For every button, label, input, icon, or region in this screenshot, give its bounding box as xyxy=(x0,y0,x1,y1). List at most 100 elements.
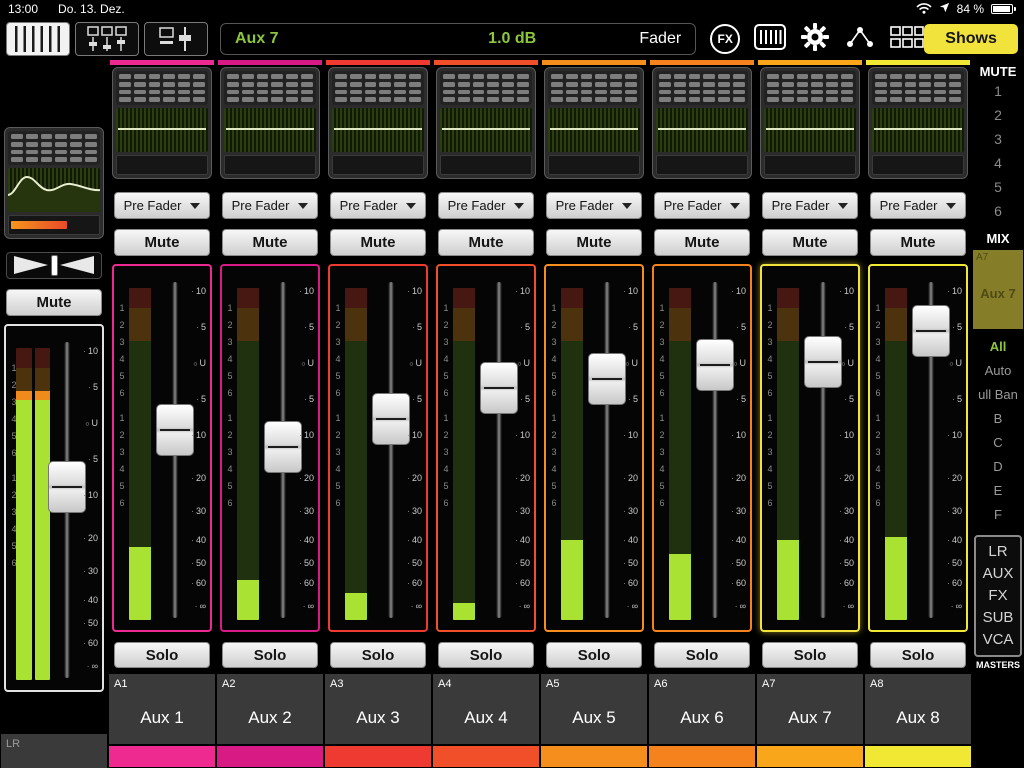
mix-nav-full-bank[interactable]: ull Ban xyxy=(972,383,1024,407)
masters-lr[interactable]: LR xyxy=(976,541,1020,563)
fader-track[interactable] xyxy=(928,282,934,618)
pre-fader-dropdown[interactable]: Pre Fader xyxy=(330,192,426,219)
mute-button[interactable]: Mute xyxy=(330,229,426,256)
mute-group-4[interactable]: 4 xyxy=(972,151,1024,175)
channel-label[interactable]: A3 Aux 3 xyxy=(325,674,431,744)
strip-overview-thumbnail[interactable] xyxy=(544,67,644,179)
toolbar: Aux 7 1.0 dB Fader FX xyxy=(0,18,1024,60)
shows-button[interactable]: Shows xyxy=(924,24,1018,54)
mute-button[interactable]: Mute xyxy=(6,289,102,316)
mix-nav-c[interactable]: C xyxy=(972,431,1024,455)
solo-button[interactable]: Solo xyxy=(438,642,534,668)
fx-icon: FX xyxy=(718,32,733,46)
strip-overview-thumbnail[interactable] xyxy=(112,67,212,179)
graphic-eq-button[interactable] xyxy=(754,24,786,55)
solo-button[interactable]: Solo xyxy=(114,642,210,668)
mute-button[interactable]: Mute xyxy=(114,229,210,256)
banks-button[interactable] xyxy=(890,25,924,54)
fader-track[interactable] xyxy=(280,282,286,618)
channel-label[interactable]: A8 Aux 8 xyxy=(865,674,971,744)
mute-button[interactable]: Mute xyxy=(546,229,642,256)
solo-button[interactable]: Solo xyxy=(870,642,966,668)
strip-overview-thumbnail[interactable] xyxy=(436,67,536,179)
fader-track[interactable] xyxy=(496,282,502,618)
fader-track[interactable] xyxy=(172,282,178,618)
pan-control[interactable] xyxy=(6,252,102,279)
mix-nav-e[interactable]: E xyxy=(972,479,1024,503)
mute-group-5[interactable]: 5 xyxy=(972,175,1024,199)
channel-label[interactable]: A6 Aux 6 xyxy=(649,674,755,744)
strip-overview-thumbnail[interactable] xyxy=(652,67,752,179)
fx-button[interactable]: FX xyxy=(710,24,740,54)
channel-label[interactable]: A2 Aux 2 xyxy=(217,674,323,744)
channel-id: A5 xyxy=(546,678,559,690)
pan-handle[interactable] xyxy=(51,255,58,276)
channel-label[interactable]: A5 Aux 5 xyxy=(541,674,647,744)
solo-button[interactable]: Solo xyxy=(546,642,642,668)
strip-overview-thumbnail[interactable] xyxy=(328,67,428,179)
pre-fader-dropdown[interactable]: Pre Fader xyxy=(438,192,534,219)
pre-fader-dropdown[interactable]: Pre Fader xyxy=(222,192,318,219)
solo-button[interactable]: Solo xyxy=(762,642,858,668)
mix-nav-auto[interactable]: Auto xyxy=(972,359,1024,383)
channel-label[interactable]: A7 Aux 7 xyxy=(757,674,863,744)
fader-section: 123456123456 105U5102030405060∞ xyxy=(112,264,212,632)
strip-overview-thumbnail[interactable] xyxy=(4,127,104,239)
mix-nav-d[interactable]: D xyxy=(972,455,1024,479)
fader-track[interactable] xyxy=(820,282,826,618)
pre-fader-dropdown[interactable]: Pre Fader xyxy=(870,192,966,219)
fader-track[interactable] xyxy=(604,282,610,618)
strip-color-bar-bottom xyxy=(109,746,215,767)
mute-group-3[interactable]: 3 xyxy=(972,127,1024,151)
channel-label[interactable]: A1 Aux 1 xyxy=(109,674,215,744)
solo-button[interactable]: Solo xyxy=(330,642,426,668)
mute-button[interactable]: Mute xyxy=(438,229,534,256)
mix-nav-all[interactable]: All xyxy=(972,335,1024,359)
single-channel-view-button[interactable] xyxy=(144,22,208,56)
meter-fill xyxy=(777,540,799,620)
strip-overview-thumbnail[interactable] xyxy=(868,67,968,179)
masters-label: MASTERS xyxy=(976,660,1020,670)
channel-label[interactable]: LR Main xyxy=(1,734,107,768)
channel-label[interactable]: A4 Aux 4 xyxy=(433,674,539,744)
pre-fader-dropdown[interactable]: Pre Fader xyxy=(654,192,750,219)
mix-nav-f[interactable]: F xyxy=(972,503,1024,527)
routing-button[interactable] xyxy=(844,25,876,54)
mix-nav-b[interactable]: B xyxy=(972,407,1024,431)
channel-strip: Pre Fader Mute 123456123456 105U51020304… xyxy=(756,60,864,768)
masters-vca[interactable]: VCA xyxy=(976,629,1020,651)
strip-overview-thumbnail[interactable] xyxy=(760,67,860,179)
pre-fader-dropdown[interactable]: Pre Fader xyxy=(114,192,210,219)
pre-fader-dropdown[interactable]: Pre Fader xyxy=(546,192,642,219)
pre-fader-dropdown[interactable]: Pre Fader xyxy=(762,192,858,219)
masters-aux[interactable]: AUX xyxy=(976,563,1020,585)
solo-button[interactable]: Solo xyxy=(654,642,750,668)
settings-button[interactable] xyxy=(800,22,830,57)
level-meter xyxy=(129,288,151,620)
display-channel: Aux 7 xyxy=(235,30,385,48)
fader-track[interactable] xyxy=(64,342,70,678)
selected-mix-box[interactable]: A7 Aux 7 xyxy=(973,250,1023,329)
mute-button[interactable]: Mute xyxy=(870,229,966,256)
mixer-main: Pre Fader Mute 123456123456 105U51020304… xyxy=(0,60,1024,768)
eq-thumbnail xyxy=(656,108,748,152)
mute-button[interactable]: Mute xyxy=(654,229,750,256)
solo-button[interactable]: Solo xyxy=(222,642,318,668)
strip-overview-thumbnail[interactable] xyxy=(220,67,320,179)
pre-fader-label: Pre Fader xyxy=(124,198,182,213)
mute-group-2[interactable]: 2 xyxy=(972,103,1024,127)
mixer-overview-view-button[interactable] xyxy=(6,22,70,56)
chevron-down-icon xyxy=(622,203,632,209)
mute-button[interactable]: Mute xyxy=(222,229,318,256)
fader-track[interactable] xyxy=(712,282,718,618)
fader-bank-view-button[interactable] xyxy=(75,22,139,56)
masters-fx[interactable]: FX xyxy=(976,585,1020,607)
mute-button[interactable]: Mute xyxy=(762,229,858,256)
masters-sub[interactable]: SUB xyxy=(976,607,1020,629)
dynamics-thumbnail xyxy=(656,155,748,175)
mute-group-1[interactable]: 1 xyxy=(972,79,1024,103)
mute-group-6[interactable]: 6 xyxy=(972,199,1024,223)
strip-color-bar-bottom xyxy=(541,746,647,767)
level-meter xyxy=(777,288,799,620)
fader-track[interactable] xyxy=(388,282,394,618)
